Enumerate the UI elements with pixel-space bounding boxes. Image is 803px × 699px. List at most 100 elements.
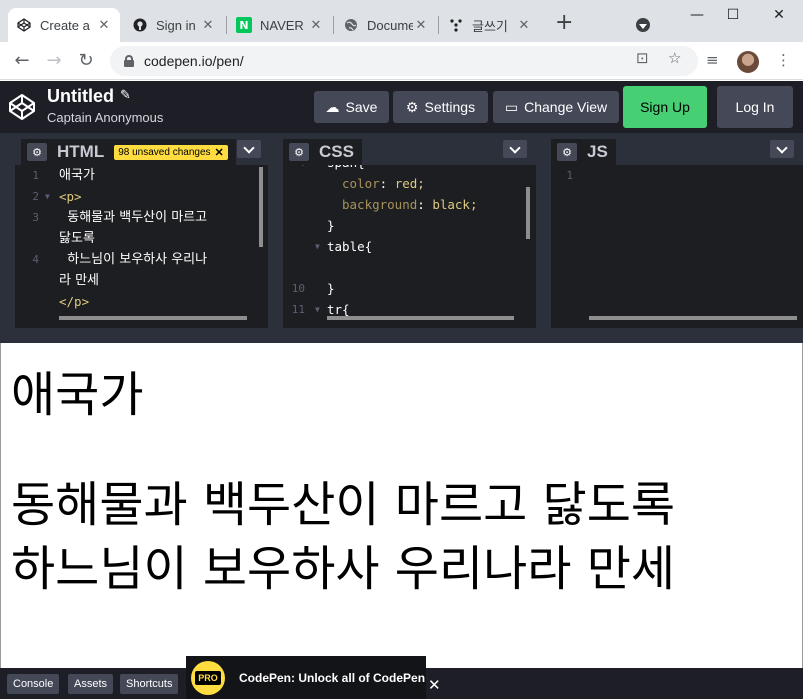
assets-button[interactable]: Assets [68,674,114,694]
unsaved-changes-badge[interactable]: 98 unsaved changes ✕ [114,144,228,160]
address-bar[interactable]: codepen.io/pen/ [110,46,698,76]
css-code[interactable]: 4▼span{ color: red; background: black; }… [283,165,536,320]
tab-search-icon[interactable] [636,18,650,32]
tab-write[interactable]: 글쓰기 ✕ [440,8,540,42]
globe-icon [343,17,359,33]
close-icon[interactable]: ✕ [215,146,224,159]
html-panel-tab: ⚙ HTML 98 unsaved changes ✕ [21,139,236,165]
preview-paragraph-line: 동해물과 백두산이 마르고 닳도록 [11,477,676,533]
sign-up-button[interactable]: Sign Up [623,86,707,128]
close-tab-icon[interactable]: ✕ [96,18,112,33]
browser-toolbar: ← → ↻ codepen.io/pen/ ⊡ ☆ ≡ ⋮ [0,42,803,80]
chevron-down-icon[interactable] [770,140,794,158]
console-button[interactable]: Console [7,674,60,694]
code-line: 10} [291,281,335,296]
save-button[interactable]: ☁ Save [314,91,389,123]
code-line: background: black; [342,197,478,212]
html-code[interactable]: 1 애국가 2 ▼ <p> 3 동해물과 백두산이 마르고 닳도록 4 하느님이 보우… [15,165,268,320]
gear-icon[interactable]: ⚙ [289,143,309,161]
gear-icon: ⚙ [405,98,419,115]
layout-icon: ▭ [504,98,519,115]
preview-paragraph: 동해물과 백두산이 마르고 닳도록 하느님이 보우하사 우리나라 만세 [11,473,675,601]
media-control-icon[interactable]: ≡ [706,51,719,69]
dots-icon [448,17,464,33]
css-label: CSS [319,142,354,161]
code-line: 닳도록 [59,231,95,246]
code-line: 3 동해물과 백두산이 마르고 [32,210,208,225]
tab-separator [333,16,334,34]
js-panel-header: ⚙ JS [551,133,803,165]
chevron-down-icon[interactable] [237,140,261,158]
tab-separator [438,16,439,34]
horizontal-scrollbar[interactable] [59,316,247,320]
code-line: 1 애국가 [32,168,95,183]
close-icon[interactable]: ✕ [428,676,441,694]
gear-icon[interactable]: ⚙ [557,143,577,161]
url-text: codepen.io/pen/ [144,53,244,69]
editor-area: ⚙ HTML 98 unsaved changes ✕ 1 애국가 2 ▼ <p> 3… [0,133,803,343]
codepen-icon [16,17,32,33]
js-editor-panel: ⚙ JS 1 [551,133,803,328]
pen-title[interactable]: Untitled [47,86,114,107]
preview-heading-text: 애국가 [11,367,144,423]
tab-documents[interactable]: Docume ✕ [335,8,437,42]
code-line: ▼ table{ [315,239,373,254]
result-preview: 애국가 동해물과 백두산이 마르고 닳도록 하느님이 보우하사 우리나라 만세 [0,343,803,668]
html-label: HTML [57,142,105,161]
codepen-logo-icon[interactable] [8,93,36,121]
codepen-header: Untitled ✎ Captain Anonymous ☁ Save ⚙ Se… [0,81,803,133]
settings-button[interactable]: ⚙ Settings [393,91,488,123]
new-tab-button[interactable]: + [555,12,573,34]
lock-icon [124,55,134,67]
pro-promo-banner[interactable]: PRO CodePen: Unlock all of CodePen [186,656,426,699]
minimize-button[interactable]: — [682,4,712,26]
tab-codepen[interactable]: Create a ✕ [8,8,120,42]
shortcuts-button[interactable]: Shortcuts [120,674,179,694]
translate-icon[interactable]: ⊡ [636,49,649,67]
change-view-button[interactable]: ▭ Change View [493,91,619,123]
code-line: 4 하느님이 보우하사 우리나 [32,252,208,267]
close-tab-icon[interactable]: ✕ [413,18,429,33]
html-panel-header: ⚙ HTML 98 unsaved changes ✕ [15,133,268,165]
cloud-icon: ☁ [325,98,340,115]
naver-icon: N [236,17,252,33]
js-label: JS [587,142,608,161]
chevron-down-icon[interactable] [503,140,527,158]
close-window-button[interactable]: ✕ [764,4,794,26]
github-icon [132,17,148,33]
tab-naver[interactable]: N NAVER ✕ [228,8,332,42]
tab-separator [226,16,227,34]
horizontal-scrollbar[interactable] [327,316,514,320]
code-line: } [327,218,335,233]
pro-badge-icon: PRO [191,660,225,695]
profile-avatar[interactable] [737,51,759,73]
close-tab-icon[interactable]: ✕ [516,18,532,33]
html-editor-panel: ⚙ HTML 98 unsaved changes ✕ 1 애국가 2 ▼ <p> 3… [15,133,268,328]
vertical-scrollbar[interactable] [259,167,263,247]
log-in-button[interactable]: Log In [717,86,793,128]
back-button[interactable]: ← [10,49,34,73]
preview-paragraph-line: 하느님이 보우하사 우리나라 만세 [11,541,676,597]
pencil-icon[interactable]: ✎ [120,88,131,103]
js-panel-tab: ⚙ JS [551,139,616,165]
close-tab-icon[interactable]: ✕ [308,18,324,33]
js-code[interactable]: 1 [551,165,803,320]
css-panel-header: ⚙ CSS [283,133,536,165]
code-line: color: red; [342,176,425,191]
browser-tab-strip: Create a ✕ Sign in ✕ N NAVER ✕ Docume ✕ … [0,0,803,42]
chrome-menu-icon[interactable]: ⋮ [776,51,791,69]
close-tab-icon[interactable]: ✕ [200,18,216,33]
code-line: 1 [566,169,573,182]
tab-github[interactable]: Sign in ✕ [124,8,224,42]
css-panel-tab: ⚙ CSS [283,139,362,165]
promo-text: CodePen: Unlock all of CodePen [239,670,426,685]
code-line: 4▼span{ [283,165,536,173]
vertical-scrollbar[interactable] [526,187,530,239]
code-line: </p> [59,294,90,309]
gear-icon[interactable]: ⚙ [27,143,47,161]
forward-button[interactable]: → [42,49,66,73]
maximize-button[interactable]: ☐ [718,4,748,26]
reload-button[interactable]: ↻ [74,49,98,73]
horizontal-scrollbar[interactable] [589,316,797,320]
bookmark-star-icon[interactable]: ☆ [668,49,681,67]
